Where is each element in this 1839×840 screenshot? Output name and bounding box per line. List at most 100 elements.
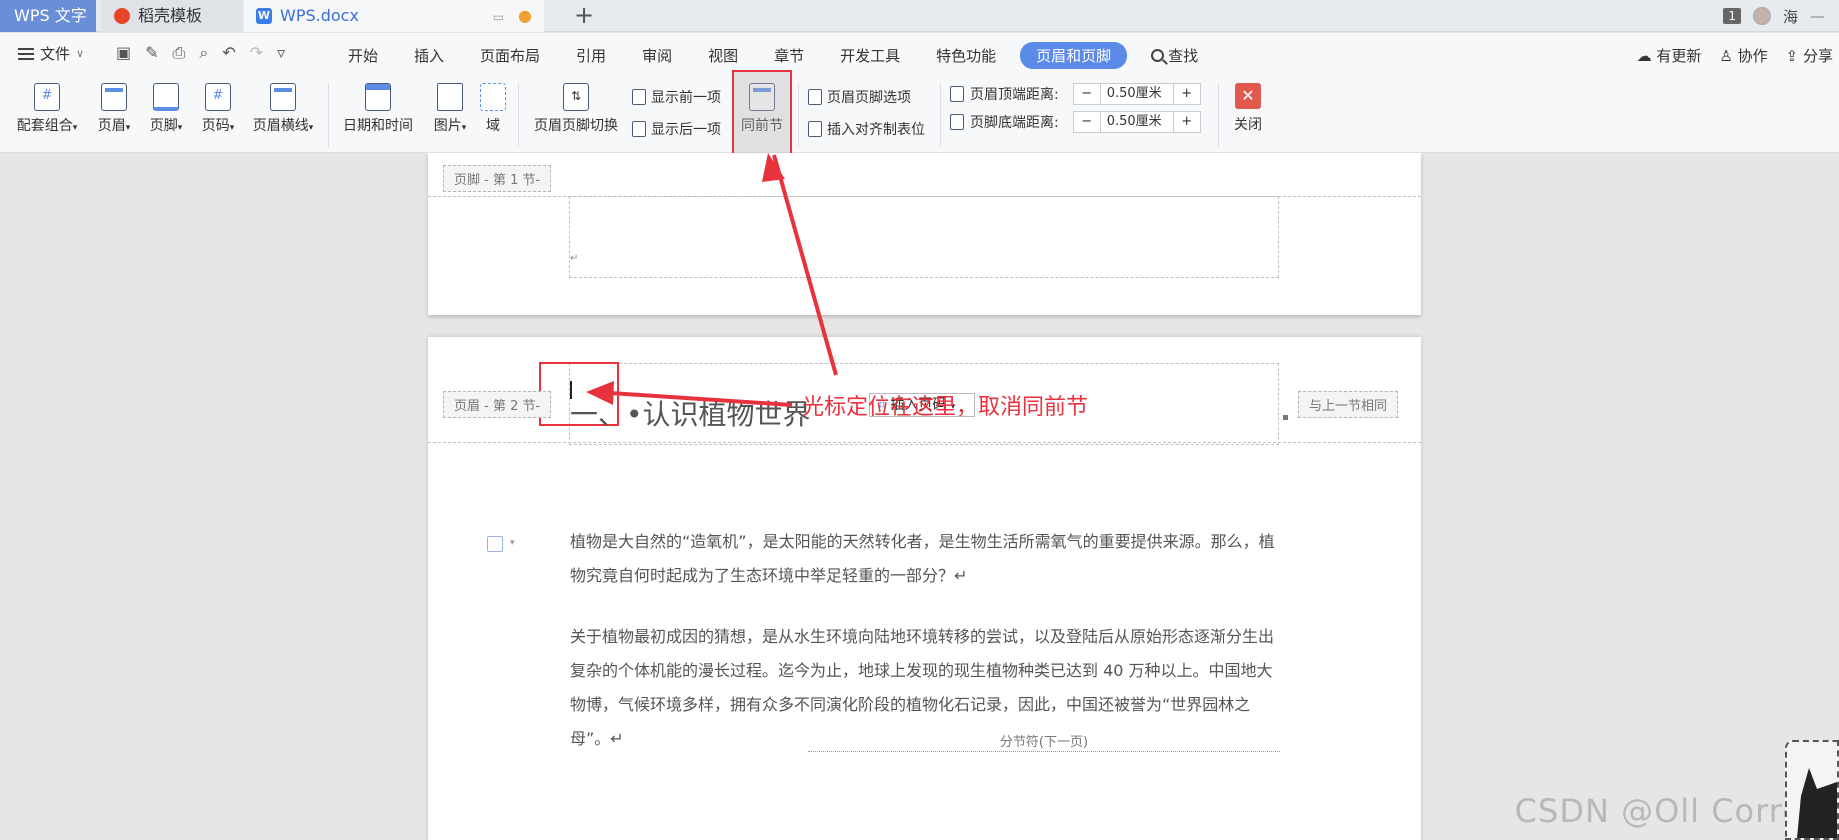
footer-bottom-increase[interactable]: + <box>1174 112 1200 132</box>
cloud-icon: ☁ <box>1636 46 1652 65</box>
titlebar-right: 1 海 — <box>1723 0 1839 32</box>
user-add-icon: ♙ <box>1719 46 1733 65</box>
new-tab-button[interactable]: + <box>570 0 598 32</box>
tab-insert[interactable]: 插入 <box>414 45 444 66</box>
title-bar: WPS 文字 稻壳模板 W WPS.docx ▭ ● + 1 海 — <box>0 0 1839 32</box>
header-top-value[interactable]: 0.50厘米 <box>1099 84 1174 104</box>
daoke-icon <box>114 8 130 24</box>
tab-review[interactable]: 审阅 <box>642 45 672 66</box>
combo-button[interactable]: # 配套组合▾ <box>12 83 82 135</box>
minimize-icon[interactable]: — <box>1810 7 1825 25</box>
floating-assistant-thumbnail[interactable] <box>1785 740 1839 840</box>
close-icon: ✕ <box>1235 83 1261 109</box>
combo-label: 配套组合 <box>16 118 73 134</box>
footer-distance-icon <box>950 114 964 130</box>
insert-tab-stop-button[interactable]: 插入对齐制表位 <box>808 119 925 139</box>
app-tab-wps[interactable]: WPS 文字 <box>0 0 96 32</box>
arrow-to-button <box>772 154 838 376</box>
collab-button[interactable]: ♙ 协作 <box>1719 45 1767 66</box>
field-button[interactable]: 域 <box>478 83 508 135</box>
show-previous-button[interactable]: 显示前一项 <box>632 87 721 107</box>
tab-section[interactable]: 章节 <box>774 45 804 66</box>
show-previous-icon <box>632 89 646 105</box>
ribbon-toolbar: # 配套组合▾ 页眉▾ 页脚▾ # 页码▾ 页眉横线▾ 日期和时间 图片▾ 域 … <box>0 77 1839 153</box>
redo-icon[interactable]: ↷ <box>250 43 263 63</box>
share-icon: ⇪ <box>1785 46 1799 65</box>
footer-button[interactable]: 页脚▾ <box>144 83 188 135</box>
avatar[interactable] <box>1752 7 1771 25</box>
footer-bottom-stepper[interactable]: − 0.50厘米 + <box>1072 111 1201 133</box>
header-top-decrease[interactable]: − <box>1074 84 1100 104</box>
hf-options-label: 页眉页脚选项 <box>827 90 911 106</box>
close-header-footer-button[interactable]: ✕ 关闭 <box>1228 83 1268 134</box>
footer-label: 页脚 <box>149 118 178 134</box>
tab-view[interactable]: 视图 <box>708 45 738 66</box>
footer-icon <box>153 83 179 111</box>
hf-options-icon <box>808 89 822 105</box>
combo-icon: # <box>34 83 60 111</box>
tab-references[interactable]: 引用 <box>576 45 606 66</box>
footer-bottom-distance: 页脚底端距离: − 0.50厘米 + <box>950 111 1201 133</box>
save-icon[interactable]: ▣ <box>116 43 131 63</box>
window-count-badge[interactable]: 1 <box>1723 8 1741 24</box>
tab-home[interactable]: 开始 <box>348 45 378 66</box>
header-button[interactable]: 页眉▾ <box>92 83 136 135</box>
tab-document-label: WPS.docx <box>280 6 359 25</box>
field-label: 域 <box>486 118 500 134</box>
header-top-stepper[interactable]: − 0.50厘米 + <box>1072 83 1201 105</box>
page-number-button[interactable]: # 页码▾ <box>196 83 240 135</box>
unsaved-dot-icon: ● <box>518 6 532 25</box>
tab-developer[interactable]: 开发工具 <box>840 45 900 66</box>
ribbon-separator <box>798 83 799 147</box>
customize-icon[interactable]: ▿ <box>277 43 285 63</box>
format-painter-icon[interactable]: ✎ <box>145 43 158 63</box>
ribbon-separator <box>518 83 519 147</box>
header-footer-switch-button[interactable]: ⇅ 页眉页脚切换 <box>528 83 624 135</box>
tab-special[interactable]: 特色功能 <box>936 45 996 66</box>
ribbon-separator <box>940 83 941 147</box>
user-name[interactable]: 海 <box>1783 6 1798 27</box>
header-top-label: 页眉顶端距离: <box>970 87 1059 103</box>
ribbon-separator <box>1218 83 1219 147</box>
menu-bar: 文件 ∨ ▣ ✎ ⎙ ⌕ ↶ ↷ ▿ 开始 插入 页面布局 引用 审阅 视图 章… <box>0 33 1839 77</box>
word-doc-icon: W <box>256 8 272 24</box>
search-label: 查找 <box>1168 46 1199 65</box>
footer-bottom-value[interactable]: 0.50厘米 <box>1099 112 1174 132</box>
page-number-label: 页码 <box>201 118 230 134</box>
print-icon[interactable]: ⎙ <box>173 43 186 63</box>
tab-layout[interactable]: 页面布局 <box>480 45 540 66</box>
undo-icon[interactable]: ↶ <box>222 43 235 63</box>
hf-options-button[interactable]: 页眉页脚选项 <box>808 87 911 107</box>
collab-label: 协作 <box>1737 46 1768 65</box>
file-menu-button[interactable]: 文件 ∨ <box>18 43 84 64</box>
header-label: 页眉 <box>97 118 126 134</box>
search-button[interactable]: 查找 <box>1151 45 1198 66</box>
header-line-button[interactable]: 页眉横线▾ <box>248 83 318 135</box>
header-line-icon <box>270 83 296 111</box>
insert-tab-stop-label: 插入对齐制表位 <box>827 122 925 138</box>
tab-document[interactable]: W WPS.docx ▭ ● <box>244 0 544 32</box>
update-button[interactable]: ☁ 有更新 <box>1637 45 1702 66</box>
tab-daoke-templates[interactable]: 稻壳模板 <box>102 0 242 32</box>
tab-daoke-label: 稻壳模板 <box>138 6 203 25</box>
header-distance-icon <box>950 86 964 102</box>
datetime-button[interactable]: 日期和时间 <box>338 83 418 135</box>
page-number-icon: # <box>205 83 231 111</box>
print-preview-icon[interactable]: ⌕ <box>199 43 208 63</box>
tab-status: ▭ ● <box>492 6 532 25</box>
arrow-to-cursor <box>609 391 793 407</box>
header-line-label: 页眉横线 <box>252 118 309 134</box>
datetime-label: 日期和时间 <box>343 118 413 134</box>
footer-bottom-decrease[interactable]: − <box>1074 112 1100 132</box>
same-as-previous-highlight <box>732 70 792 162</box>
switch-icon: ⇅ <box>563 83 589 111</box>
header-top-distance: 页眉顶端距离: − 0.50厘米 + <box>950 83 1201 105</box>
show-next-button[interactable]: 显示后一项 <box>632 119 721 139</box>
picture-button[interactable]: 图片▾ <box>428 83 472 135</box>
switch-label: 页眉页脚切换 <box>534 118 618 134</box>
share-button[interactable]: ⇪ 分享 <box>1786 45 1833 66</box>
show-next-icon <box>632 121 646 137</box>
tab-header-footer[interactable]: 页眉和页脚 <box>1020 41 1128 69</box>
footer-bottom-label: 页脚底端距离: <box>970 115 1059 131</box>
header-top-increase[interactable]: + <box>1174 84 1200 104</box>
